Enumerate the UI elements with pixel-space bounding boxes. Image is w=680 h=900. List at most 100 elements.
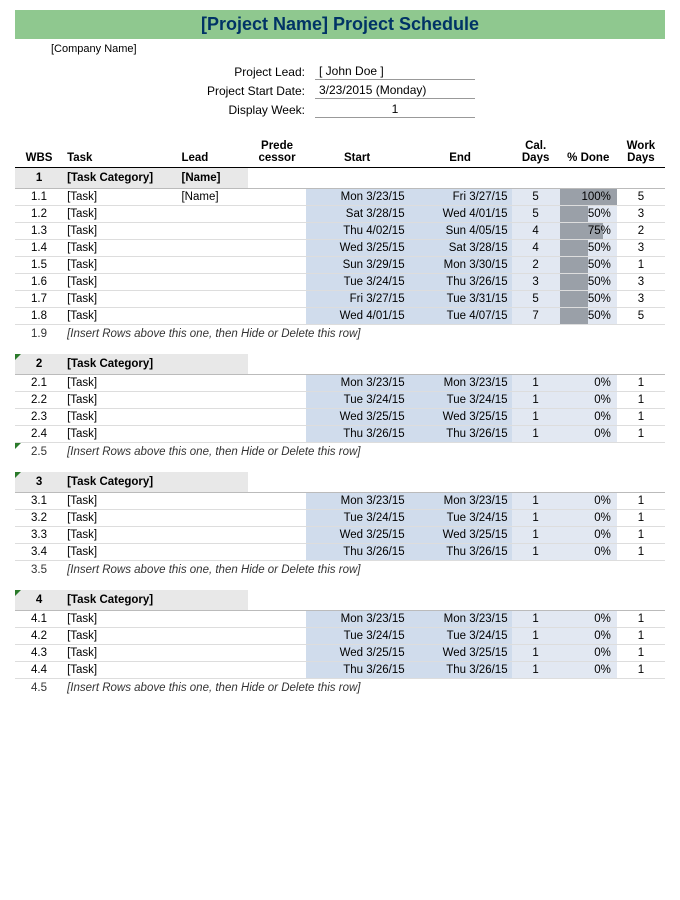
cell-wbs: 1.2 xyxy=(15,206,63,223)
cell-work: 3 xyxy=(617,291,665,308)
cell-task: [Task] xyxy=(63,493,177,510)
schedule-table: WBS Task Lead Prede cessor Start End Cal… xyxy=(15,138,665,708)
task-row[interactable]: 4.3[Task]Wed 3/25/15Wed 3/25/1510%1 xyxy=(15,645,665,662)
cell-lead xyxy=(177,274,248,291)
cell-done: 0% xyxy=(560,645,617,662)
cell-cal: 1 xyxy=(512,392,560,409)
cell-done: 50% xyxy=(560,291,617,308)
insert-row: 4.5[Insert Rows above this one, then Hid… xyxy=(15,679,665,701)
task-row[interactable]: 3.3[Task]Wed 3/25/15Wed 3/25/1510%1 xyxy=(15,527,665,544)
cell-cal: 1 xyxy=(512,645,560,662)
task-row[interactable]: 4.1[Task]Mon 3/23/15Mon 3/23/1510%1 xyxy=(15,611,665,628)
cell-end: Tue 3/24/15 xyxy=(409,392,512,409)
cell-cal: 1 xyxy=(512,527,560,544)
cell-pred xyxy=(248,510,305,527)
task-row[interactable]: 2.3[Task]Wed 3/25/15Wed 3/25/1510%1 xyxy=(15,409,665,426)
task-row[interactable]: 3.2[Task]Tue 3/24/15Tue 3/24/1510%1 xyxy=(15,510,665,527)
cell-pred xyxy=(248,257,305,274)
task-row[interactable]: 1.8[Task]Wed 4/01/15Tue 4/07/15750%5 xyxy=(15,308,665,325)
task-row[interactable]: 1.1[Task][Name]Mon 3/23/15Fri 3/27/15510… xyxy=(15,189,665,206)
cell-lead xyxy=(177,257,248,274)
cell-task: [Task] xyxy=(63,189,177,206)
task-row[interactable]: 1.2[Task]Sat 3/28/15Wed 4/01/15550%3 xyxy=(15,206,665,223)
task-row[interactable]: 1.7[Task]Fri 3/27/15Tue 3/31/15550%3 xyxy=(15,291,665,308)
cell-pred xyxy=(248,189,305,206)
cell-start: Sun 3/29/15 xyxy=(306,257,409,274)
insert-wbs: 3.5 xyxy=(15,561,63,583)
cell-cal: 1 xyxy=(512,611,560,628)
cat-name: [Task Category] xyxy=(63,590,177,611)
cell-start: Mon 3/23/15 xyxy=(306,493,409,510)
task-row[interactable]: 1.3[Task]Thu 4/02/15Sun 4/05/15475%2 xyxy=(15,223,665,240)
category-row[interactable]: 1[Task Category][Name] xyxy=(15,168,665,189)
cat-name: [Task Category] xyxy=(63,168,177,189)
cell-cal: 5 xyxy=(512,291,560,308)
cell-wbs: 1.5 xyxy=(15,257,63,274)
display-week-value[interactable]: 1 xyxy=(315,101,475,118)
cell-start: Tue 3/24/15 xyxy=(306,274,409,291)
cell-done: 50% xyxy=(560,206,617,223)
cell-done: 50% xyxy=(560,308,617,325)
cell-work: 1 xyxy=(617,662,665,679)
start-date-value[interactable]: 3/23/2015 (Monday) xyxy=(315,82,475,99)
cell-end: Thu 3/26/15 xyxy=(409,544,512,561)
cell-done: 0% xyxy=(560,409,617,426)
cell-cal: 7 xyxy=(512,308,560,325)
cell-work: 1 xyxy=(617,493,665,510)
task-row[interactable]: 4.4[Task]Thu 3/26/15Thu 3/26/1510%1 xyxy=(15,662,665,679)
project-lead-value[interactable]: [ John Doe ] xyxy=(315,63,475,80)
cell-cal: 1 xyxy=(512,662,560,679)
cell-wbs: 1.8 xyxy=(15,308,63,325)
meta-section: Project Lead: [ John Doe ] Project Start… xyxy=(135,63,665,118)
task-row[interactable]: 1.5[Task]Sun 3/29/15Mon 3/30/15250%1 xyxy=(15,257,665,274)
cell-cal: 1 xyxy=(512,409,560,426)
insert-row: 2.5[Insert Rows above this one, then Hid… xyxy=(15,443,665,465)
cell-start: Wed 3/25/15 xyxy=(306,240,409,257)
cell-pred xyxy=(248,527,305,544)
task-row[interactable]: 3.4[Task]Thu 3/26/15Thu 3/26/1510%1 xyxy=(15,544,665,561)
cell-lead xyxy=(177,510,248,527)
cell-start: Thu 3/26/15 xyxy=(306,544,409,561)
cell-start: Fri 3/27/15 xyxy=(306,291,409,308)
cell-cal: 1 xyxy=(512,544,560,561)
task-row[interactable]: 2.1[Task]Mon 3/23/15Mon 3/23/1510%1 xyxy=(15,375,665,392)
cell-end: Mon 3/23/15 xyxy=(409,375,512,392)
header-start: Start xyxy=(306,138,409,168)
cell-lead xyxy=(177,375,248,392)
category-row[interactable]: 4[Task Category] xyxy=(15,590,665,611)
insert-row: 3.5[Insert Rows above this one, then Hid… xyxy=(15,561,665,583)
cell-lead xyxy=(177,308,248,325)
task-row[interactable]: 1.6[Task]Tue 3/24/15Thu 3/26/15350%3 xyxy=(15,274,665,291)
category-row[interactable]: 3[Task Category] xyxy=(15,472,665,493)
header-pred: Prede cessor xyxy=(248,138,305,168)
task-row[interactable]: 4.2[Task]Tue 3/24/15Tue 3/24/1510%1 xyxy=(15,628,665,645)
cell-cal: 2 xyxy=(512,257,560,274)
cell-done: 50% xyxy=(560,274,617,291)
cell-work: 5 xyxy=(617,308,665,325)
cell-pred xyxy=(248,308,305,325)
cell-lead xyxy=(177,392,248,409)
cat-wbs: 1 xyxy=(15,168,63,189)
cell-end: Thu 3/26/15 xyxy=(409,662,512,679)
cell-work: 2 xyxy=(617,223,665,240)
task-row[interactable]: 1.4[Task]Wed 3/25/15Sat 3/28/15450%3 xyxy=(15,240,665,257)
cell-wbs: 1.3 xyxy=(15,223,63,240)
cell-wbs: 1.4 xyxy=(15,240,63,257)
insert-msg: [Insert Rows above this one, then Hide o… xyxy=(63,679,665,701)
cell-end: Mon 3/30/15 xyxy=(409,257,512,274)
cell-pred xyxy=(248,611,305,628)
cell-cal: 5 xyxy=(512,189,560,206)
category-row[interactable]: 2[Task Category] xyxy=(15,354,665,375)
task-row[interactable]: 3.1[Task]Mon 3/23/15Mon 3/23/1510%1 xyxy=(15,493,665,510)
cell-end: Thu 3/26/15 xyxy=(409,274,512,291)
cell-wbs: 3.3 xyxy=(15,527,63,544)
cell-done: 0% xyxy=(560,375,617,392)
task-row[interactable]: 2.2[Task]Tue 3/24/15Tue 3/24/1510%1 xyxy=(15,392,665,409)
cell-pred xyxy=(248,409,305,426)
cell-lead xyxy=(177,645,248,662)
cell-start: Mon 3/23/15 xyxy=(306,375,409,392)
cell-work: 1 xyxy=(617,510,665,527)
task-row[interactable]: 2.4[Task]Thu 3/26/15Thu 3/26/1510%1 xyxy=(15,426,665,443)
cell-lead xyxy=(177,493,248,510)
cell-done: 0% xyxy=(560,426,617,443)
